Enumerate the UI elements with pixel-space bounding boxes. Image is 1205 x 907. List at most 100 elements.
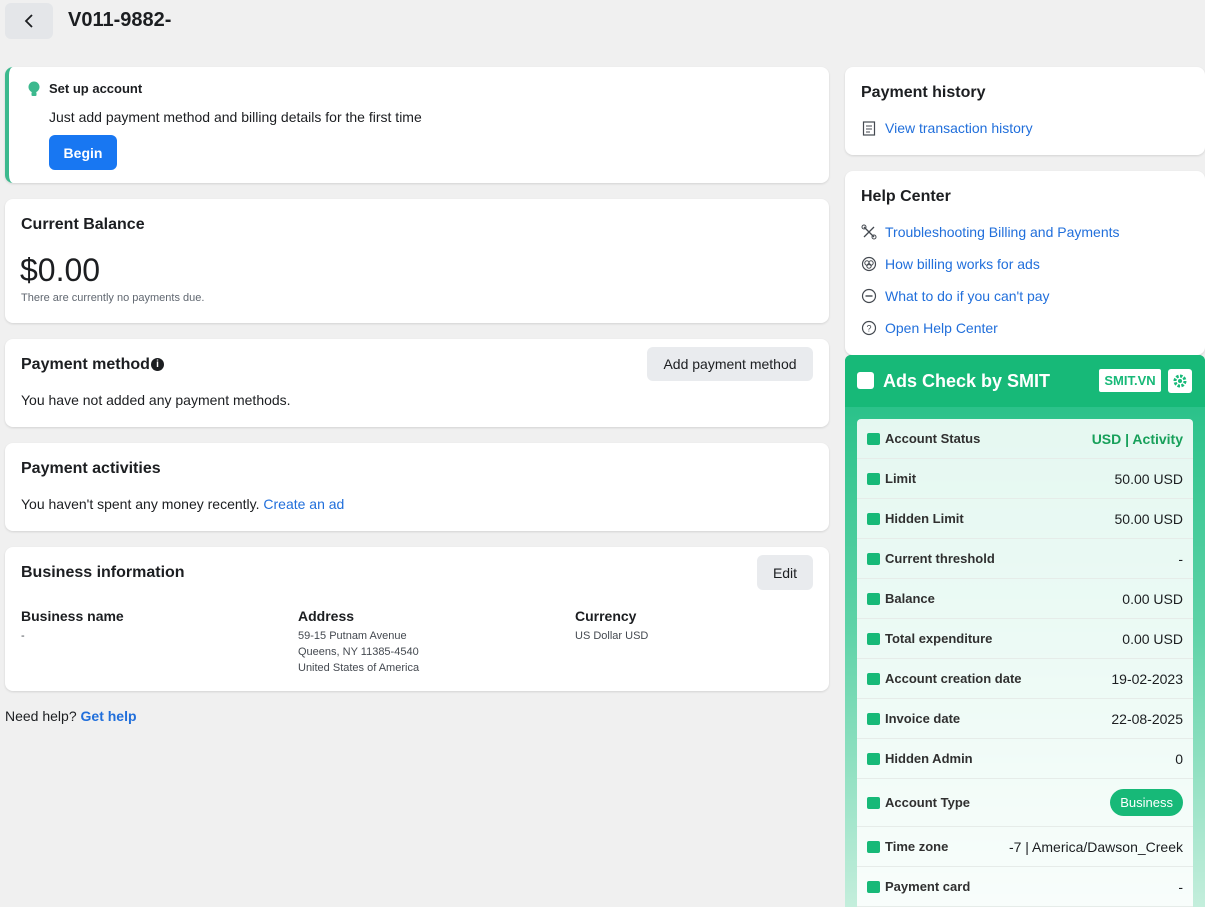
- page-title: V011-9882-: [68, 9, 172, 31]
- payment-activities-card: Payment activities You haven't spent any…: [5, 443, 829, 531]
- row-value: 0.00 USD: [1122, 630, 1183, 647]
- row-label: Invoice date: [885, 711, 961, 726]
- setup-description: Just add payment method and billing deta…: [49, 109, 422, 125]
- dollar-icon: [867, 592, 880, 605]
- ads-check-panel: Ads Check by SMIT SMIT.VN Account Status…: [845, 355, 1205, 907]
- account-status-row: Account Status USD | Activity: [857, 419, 1193, 459]
- help-link-cant-pay[interactable]: What to do if you can't pay: [861, 288, 1050, 304]
- gear-icon[interactable]: [1168, 369, 1192, 393]
- time-zone-row: Time zone -7 | America/Dawson_Creek: [857, 827, 1193, 867]
- invoice-icon: [867, 712, 880, 725]
- help-link-label: Open Help Center: [885, 320, 998, 336]
- row-value: 0: [1175, 750, 1183, 767]
- get-help-link[interactable]: Get help: [81, 708, 137, 724]
- view-transaction-history-link[interactable]: View transaction history: [861, 120, 1033, 136]
- row-value: 0.00 USD: [1122, 590, 1183, 607]
- piggy-bank-icon: [867, 512, 880, 525]
- wallet-icon: [867, 632, 880, 645]
- top-bar: V011-9882-: [0, 0, 1205, 44]
- row-label: Balance: [885, 591, 935, 606]
- payment-activities-title: Payment activities: [21, 460, 161, 477]
- lightbulb-icon: [28, 81, 40, 96]
- add-payment-method-button[interactable]: Add payment method: [647, 347, 813, 381]
- help-link-label: What to do if you can't pay: [885, 288, 1050, 304]
- question-icon: ?: [861, 320, 877, 336]
- back-button[interactable]: [5, 3, 53, 39]
- ads-check-table: Account Status USD | Activity Limit 50.00 …: [857, 419, 1193, 907]
- payment-history-title: Payment history: [861, 84, 986, 101]
- row-value: 50.00 USD: [1114, 470, 1183, 487]
- row-label: Hidden Admin: [885, 751, 973, 766]
- row-label: Payment card: [885, 879, 971, 894]
- calendar-icon: [867, 672, 880, 685]
- help-link-billing[interactable]: How billing works for ads: [861, 256, 1040, 272]
- current-balance-card: Current Balance $0.00 There are currentl…: [5, 199, 829, 323]
- help-link-troubleshooting[interactable]: Troubleshooting Billing and Payments: [861, 224, 1120, 240]
- address-line: 59-15 Putnam Avenue: [298, 630, 407, 642]
- row-label: Total expenditure: [885, 631, 993, 646]
- payment-method-title: Payment method: [21, 356, 150, 373]
- smit-logo-icon: [857, 372, 874, 389]
- row-value: -: [1178, 878, 1183, 895]
- row-label: Current threshold: [885, 551, 995, 566]
- billing-icon: [861, 256, 877, 272]
- payment-method-card: Payment method i Add payment method You …: [5, 339, 829, 427]
- svg-text:?: ?: [866, 324, 871, 334]
- receipt-icon: [861, 120, 877, 136]
- row-label: Time zone: [885, 839, 949, 854]
- user-icon: [867, 796, 880, 809]
- row-value: 22-08-2025: [1111, 710, 1183, 727]
- ads-check-title: Ads Check by SMIT: [883, 371, 1051, 391]
- invoice-date-row: Invoice date 22-08-2025: [857, 699, 1193, 739]
- setup-title: Set up account: [49, 81, 143, 96]
- setup-account-card: Set up account Just add payment method a…: [5, 67, 829, 183]
- currency-column: Currency US Dollar USD: [575, 608, 648, 644]
- chart-icon: [867, 432, 880, 445]
- hidden-limit-row: Hidden Limit 50.00 USD: [857, 499, 1193, 539]
- row-label: Hidden Limit: [885, 511, 964, 526]
- tools-icon: [861, 224, 877, 240]
- row-value: USD | Activity: [1091, 430, 1183, 447]
- balance-row: Balance 0.00 USD: [857, 579, 1193, 619]
- currency-value: US Dollar USD: [575, 630, 649, 642]
- row-label: Limit: [885, 471, 917, 486]
- chevron-left-icon: [24, 14, 33, 28]
- need-help: Need help? Get help: [5, 708, 137, 724]
- help-link-open-help-center[interactable]: ? Open Help Center: [861, 320, 998, 336]
- payment-activities-text: You haven't spent any money recently.: [21, 496, 260, 512]
- row-value: 50.00 USD: [1114, 510, 1183, 527]
- create-ad-link[interactable]: Create an ad: [263, 496, 344, 512]
- credit-card-icon: [867, 880, 880, 893]
- help-link-label: Troubleshooting Billing and Payments: [885, 224, 1120, 240]
- address-line: United States of America: [298, 662, 420, 674]
- hidden-admin-row: Hidden Admin 0: [857, 739, 1193, 779]
- balance-note: There are currently no payments due.: [21, 292, 205, 304]
- total-expenditure-row: Total expenditure 0.00 USD: [857, 619, 1193, 659]
- smit-vn-badge[interactable]: SMIT.VN: [1099, 369, 1161, 392]
- business-name-label: Business name: [21, 608, 124, 624]
- minus-circle-icon: [861, 288, 877, 304]
- row-value: -7 | America/Dawson_Creek: [1008, 838, 1183, 855]
- edit-button[interactable]: Edit: [757, 555, 813, 590]
- limit-row: Limit 50.00 USD: [857, 459, 1193, 499]
- help-link-label: How billing works for ads: [885, 256, 1040, 272]
- row-value: 19-02-2023: [1111, 670, 1183, 687]
- address-label: Address: [298, 608, 355, 624]
- help-center-card: Help Center Troubleshooting Billing and …: [845, 171, 1205, 355]
- current-threshold-row: Current threshold -: [857, 539, 1193, 579]
- account-type-row: Account Type Business: [857, 779, 1193, 827]
- business-name-value: -: [21, 630, 25, 642]
- payment-card-row: Payment card -: [857, 867, 1193, 907]
- payment-activities-line: You haven't spent any money recently. Cr…: [21, 496, 344, 512]
- business-information-card: Business information Edit Business name …: [5, 547, 829, 691]
- balance-title: Current Balance: [21, 216, 145, 233]
- business-name-column: Business name -: [21, 608, 124, 644]
- balance-amount: $0.00: [20, 252, 101, 288]
- view-transaction-history-label: View transaction history: [885, 120, 1033, 136]
- info-icon[interactable]: i: [151, 358, 164, 371]
- account-type-badge: Business: [1110, 789, 1183, 816]
- begin-button[interactable]: Begin: [49, 135, 117, 170]
- row-value: -: [1178, 550, 1183, 567]
- shield-icon: [867, 752, 880, 765]
- minus-icon: [867, 472, 880, 485]
